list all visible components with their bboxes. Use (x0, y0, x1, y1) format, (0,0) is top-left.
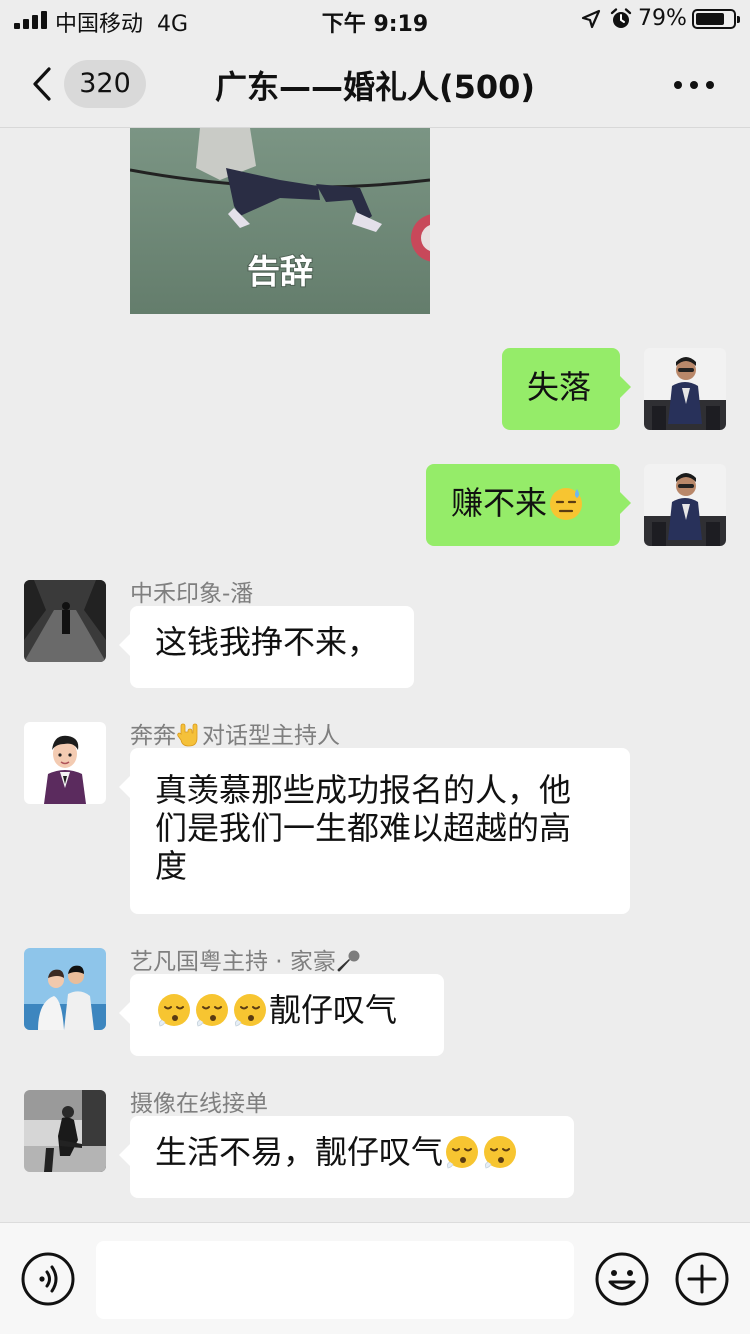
incoming-message-bubble[interactable]: 真羡慕那些成功报名的人，他 们是我们一生都难以超越的高 度 (119, 748, 630, 914)
message-text-line: 们是我们一生都难以超越的高 (155, 809, 572, 847)
sender-name: 奔奔 对话型主持人 (130, 716, 340, 750)
emoji-picker-icon[interactable] (594, 1251, 650, 1307)
sighing-face-emoji-icon (444, 1134, 480, 1170)
sender-avatar[interactable] (24, 948, 106, 1030)
sighing-face-emoji-icon (482, 1134, 518, 1170)
add-attachment-icon[interactable] (674, 1251, 730, 1307)
back-chevron-icon[interactable] (30, 66, 54, 102)
more-options-icon[interactable] (672, 80, 716, 90)
carrier-name: 中国移动 (55, 12, 144, 37)
chat-input-bar (0, 1222, 750, 1334)
incoming-message-bubble[interactable]: 生活不易，靓仔叹气 (119, 1116, 574, 1198)
message-text: 赚不来 (451, 484, 548, 522)
battery-icon (692, 9, 740, 29)
message-input[interactable] (96, 1241, 574, 1319)
message-text: 生活不易，靓仔叹气 (155, 1133, 444, 1171)
chat-header: 320 广东——婚礼人(500) (0, 40, 750, 128)
location-arrow-icon (581, 9, 601, 29)
message-text: 这钱我挣不来， (155, 623, 380, 661)
message-text: 靓仔叹气 (269, 991, 398, 1029)
carrier-label: 中国移动 4G (55, 6, 188, 38)
my-avatar[interactable] (644, 348, 726, 430)
sticker-photo: 告辞 (130, 128, 430, 314)
message-text: 失落 (527, 368, 592, 406)
status-bar: 中国移动 4G 下午 9:19 79% (0, 0, 750, 40)
message-text-line: 真羡慕那些成功报名的人，他 (155, 771, 572, 809)
sighing-face-emoji-icon (194, 992, 230, 1028)
sender-avatar[interactable] (24, 580, 106, 662)
alarm-clock-icon (610, 8, 632, 28)
battery-percent: 79% (638, 6, 687, 31)
unread-count-badge[interactable]: 320 (64, 60, 146, 108)
network-type: 4G (157, 12, 189, 37)
sighing-face-emoji-icon (156, 992, 192, 1028)
sweat-smile-emoji-icon (548, 485, 584, 521)
rock-hand-emoji-icon (176, 722, 202, 748)
outgoing-message-bubble[interactable]: 失落 (502, 348, 631, 430)
sender-name-suffix: 对话型主持人 (202, 723, 340, 749)
sender-name: 摄像在线接单 (130, 1091, 268, 1117)
sender-name: 中禾印象-潘 (130, 581, 254, 607)
incoming-message-bubble[interactable]: 靓仔叹气 (119, 974, 444, 1056)
sticker-image-message[interactable]: 告辞 (130, 128, 430, 314)
voice-input-icon[interactable] (20, 1251, 76, 1307)
outgoing-message-bubble[interactable]: 赚不来 (426, 464, 631, 546)
message-text-line: 度 (155, 847, 188, 885)
sender-avatar[interactable] (24, 1090, 106, 1172)
microphone-emoji-icon (336, 948, 362, 974)
sender-name: 艺凡国粤主持 · 家豪 (130, 942, 362, 976)
incoming-message-bubble[interactable]: 这钱我挣不来， (119, 606, 414, 688)
signal-icon (14, 11, 48, 29)
my-avatar[interactable] (644, 464, 726, 546)
sticker-caption: 告辞 (247, 252, 313, 291)
sender-name-prefix: 艺凡国粤主持 · 家豪 (130, 949, 336, 975)
sender-name-prefix: 奔奔 (130, 723, 176, 749)
sender-avatar[interactable] (24, 722, 106, 804)
sighing-face-emoji-icon (232, 992, 268, 1028)
